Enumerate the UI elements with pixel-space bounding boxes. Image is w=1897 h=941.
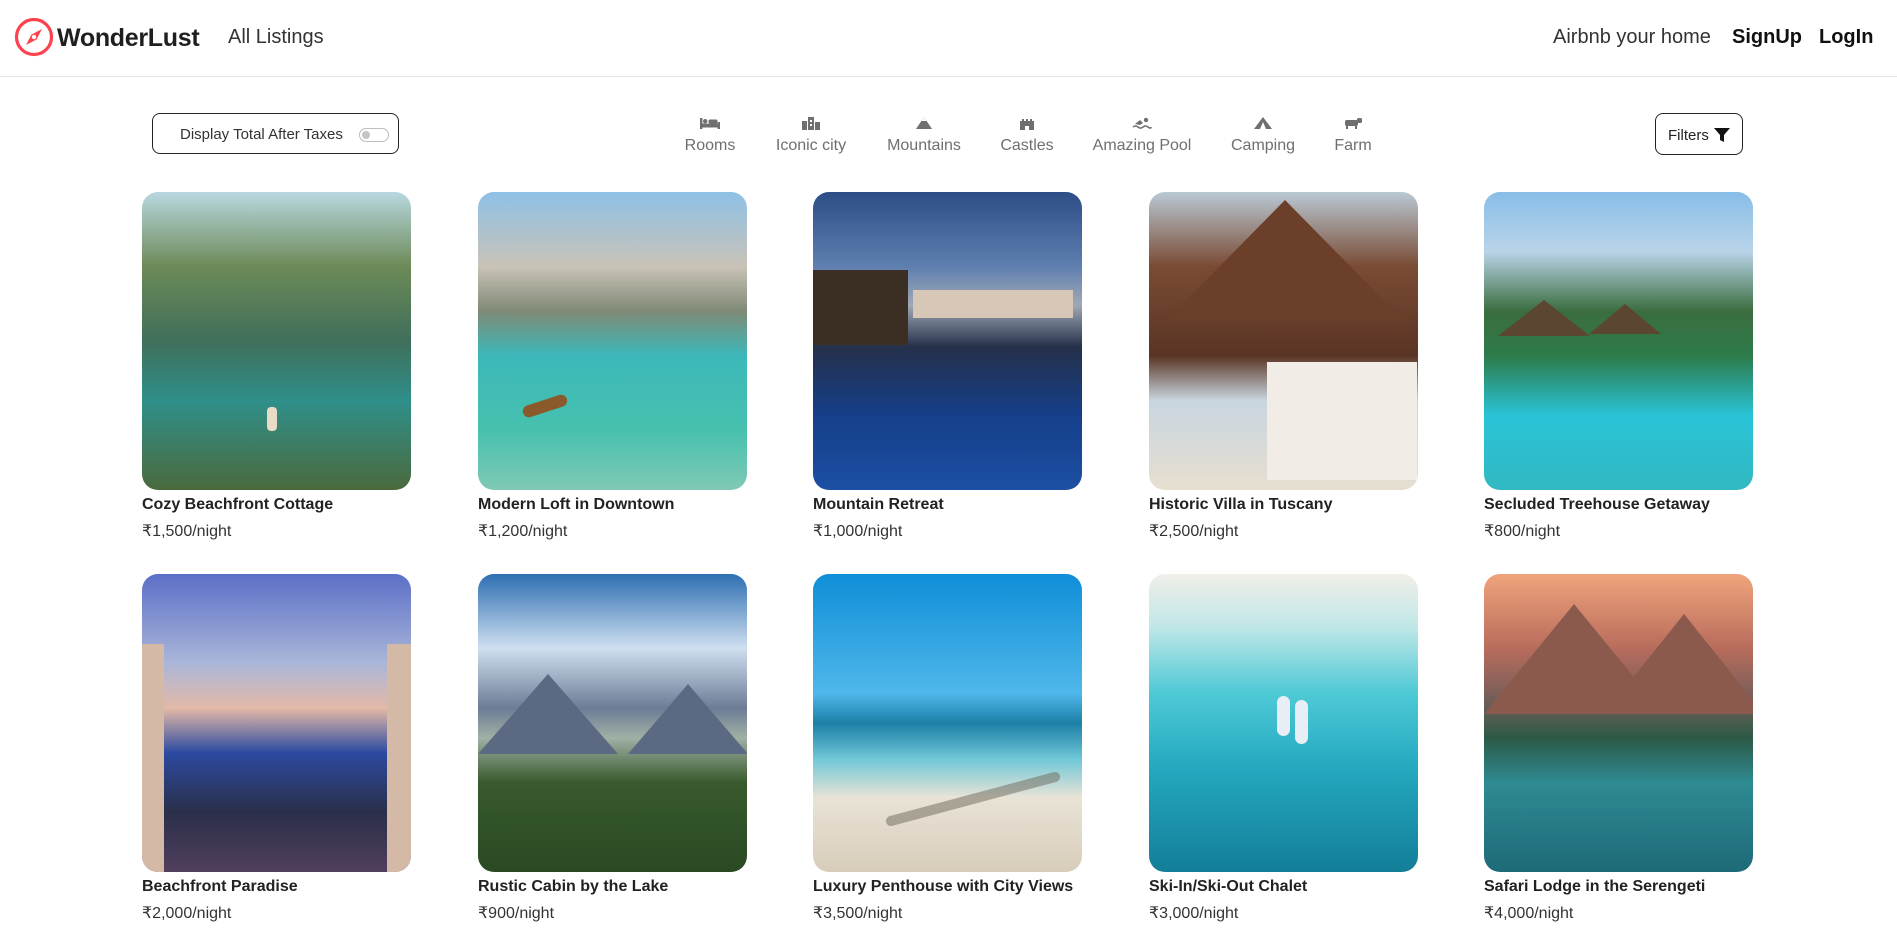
airbnb-your-home-link[interactable]: Airbnb your home [1553,26,1711,49]
listing-card[interactable]: Modern Loft in Downtown ₹1,200/night [478,192,747,541]
navbar: WonderLust All Listings Airbnb your home… [0,0,1897,77]
filter-iconic-city[interactable]: Iconic city [756,113,866,155]
listing-image[interactable] [1484,574,1753,872]
listing-image[interactable] [142,192,411,490]
listing-price: ₹3,500/night [813,905,903,922]
filter-label: Amazing Pool [1092,137,1192,154]
listing-card[interactable]: Safari Lodge in the Serengeti ₹4,000/nig… [1484,574,1753,923]
listing-title: Safari Lodge in the Serengeti [1484,878,1706,895]
listing-image[interactable] [1149,574,1418,872]
bed-icon [700,118,720,129]
filter-label: Castles [1000,137,1054,154]
listing-price: ₹2,500/night [1149,523,1239,540]
filter-rooms[interactable]: Rooms [655,113,765,155]
filter-label: Farm [1334,137,1372,154]
listing-image[interactable] [478,574,747,872]
listing-title: Historic Villa in Tuscany [1149,496,1333,513]
tax-toggle-label: Display Total After Taxes [180,126,343,143]
listing-card[interactable]: Ski-In/Ski-Out Chalet ₹3,000/night [1149,574,1418,923]
listing-price: ₹1,500/night [142,523,232,540]
listing-price: ₹3,000/night [1149,905,1239,922]
tent-icon [1254,117,1272,129]
listing-image[interactable] [142,574,411,872]
tax-switch-knob [362,131,370,139]
listing-card[interactable]: Cozy Beachfront Cottage ₹1,500/night [142,192,411,541]
mountain-icon [916,117,932,129]
listing-price: ₹4,000/night [1484,905,1574,922]
listing-card[interactable]: Mountain Retreat ₹1,000/night [813,192,1082,541]
filter-label: Mountains [887,137,961,154]
castle-icon [1020,119,1034,130]
listing-image[interactable] [1149,192,1418,490]
listing-title: Modern Loft in Downtown [478,496,675,513]
funnel-icon [1714,128,1730,142]
listing-title: Rustic Cabin by the Lake [478,878,669,895]
listing-card[interactable]: Luxury Penthouse with City Views ₹3,500/… [813,574,1082,923]
listing-card[interactable]: Rustic Cabin by the Lake ₹900/night [478,574,747,923]
filter-castles[interactable]: Castles [972,113,1082,155]
filters-button[interactable]: Filters [1655,113,1743,155]
listing-price: ₹900/night [478,905,555,922]
city-icon [802,117,820,130]
listing-price: ₹1,200/night [478,523,568,540]
brand-name[interactable]: WonderLust [57,24,200,53]
login-link[interactable]: LogIn [1819,26,1873,49]
cow-icon [1345,118,1362,129]
listing-price: ₹2,000/night [142,905,232,922]
listing-title: Cozy Beachfront Cottage [142,496,334,513]
filter-farm[interactable]: Farm [1298,113,1408,155]
listing-image[interactable] [813,574,1082,872]
listing-title: Luxury Penthouse with City Views [813,878,1074,895]
listing-image[interactable] [813,192,1082,490]
listing-price: ₹1,000/night [813,523,903,540]
listing-title: Secluded Treehouse Getaway [1484,496,1710,513]
listing-card[interactable]: Historic Villa in Tuscany ₹2,500/night [1149,192,1418,541]
filters-button-label: Filters [1668,127,1709,144]
tax-switch[interactable] [359,128,389,142]
tax-toggle[interactable]: Display Total After Taxes [152,113,399,154]
listing-card[interactable]: Beachfront Paradise ₹2,000/night [142,574,411,923]
listing-title: Ski-In/Ski-Out Chalet [1149,878,1308,895]
listing-title: Mountain Retreat [813,496,944,513]
filter-label: Iconic city [775,137,847,154]
all-listings-link[interactable]: All Listings [228,26,324,49]
listing-card[interactable]: Secluded Treehouse Getaway ₹800/night [1484,192,1753,541]
signup-link[interactable]: SignUp [1732,26,1802,49]
compass-icon[interactable] [14,17,54,57]
filter-amazing-pool[interactable]: Amazing Pool [1087,113,1197,155]
swimmer-icon [1132,117,1152,129]
filter-label: Rooms [684,137,736,154]
listing-price: ₹800/night [1484,523,1561,540]
listing-title: Beachfront Paradise [142,878,298,895]
listing-image[interactable] [1484,192,1753,490]
listing-image[interactable] [478,192,747,490]
filter-mountains[interactable]: Mountains [869,113,979,155]
